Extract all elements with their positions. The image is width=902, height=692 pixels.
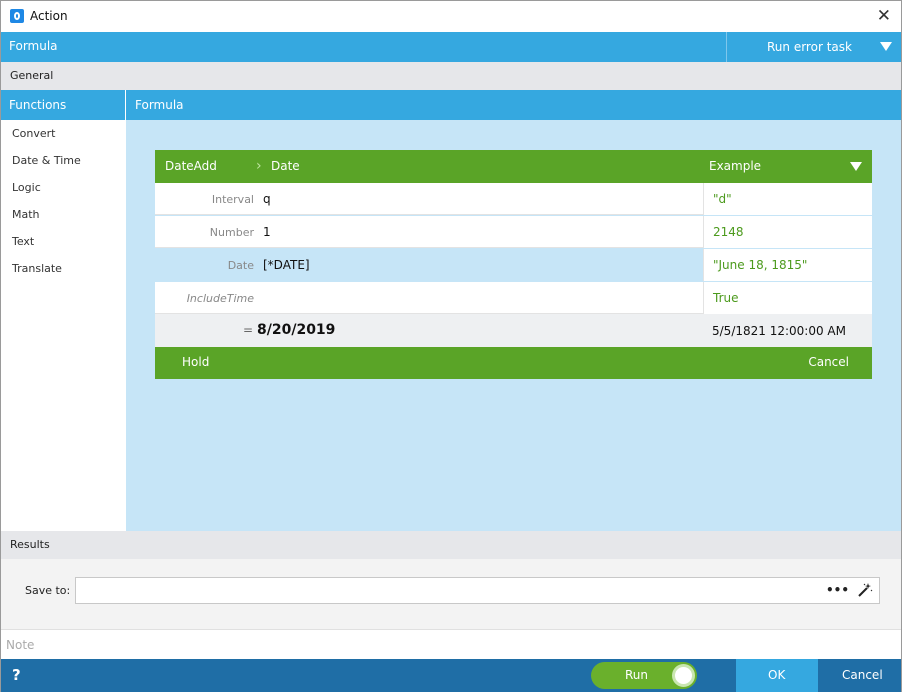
title-bar: Action ✕ [1, 1, 901, 32]
function-card: DateAdd › Date Example Interval q "d" Nu… [155, 150, 872, 379]
param-example-text: True [713, 291, 739, 305]
card-cancel-button[interactable]: Cancel [808, 355, 849, 369]
general-label: General [10, 69, 54, 82]
formula-bar-divider [726, 32, 727, 62]
window-title: Action [30, 9, 68, 23]
function-item-date-time[interactable]: Date & Time [12, 154, 81, 167]
function-item-translate[interactable]: Translate [12, 262, 62, 275]
formula-bar-label: Formula [9, 39, 58, 53]
equals-sign: = [243, 323, 254, 337]
cancel-button[interactable]: Cancel [819, 659, 901, 692]
param-example-text: 2148 [713, 225, 744, 239]
chevron-right-icon: › [256, 158, 262, 174]
hold-button[interactable]: Hold [182, 355, 209, 369]
save-to-area: Save to: ••• [1, 559, 901, 629]
function-item-math[interactable]: Math [12, 208, 40, 221]
param-row-interval: Interval q "d" [155, 183, 872, 215]
formula-panel-header-label: Formula [135, 98, 184, 112]
param-example: "d" [703, 183, 872, 215]
param-row-number: Number 1 2148 [155, 216, 872, 248]
param-value-input[interactable]: [*DATE] [263, 258, 701, 272]
param-row-includetime: IncludeTime True [155, 282, 872, 314]
cancel-label: Cancel [842, 668, 883, 682]
toggle-knob [672, 664, 695, 687]
functions-list: Convert Date & Time Logic Math Text Tran… [1, 120, 125, 531]
save-to-label: Save to: [25, 584, 71, 597]
magic-wand-icon[interactable] [857, 582, 873, 598]
param-value-input[interactable]: q [263, 192, 701, 206]
param-label: IncludeTime [186, 292, 254, 305]
formula-bar: Formula Run error task [1, 32, 901, 62]
results-section-header[interactable]: Results [1, 531, 901, 559]
param-example-text: "June 18, 1815" [713, 258, 808, 272]
result-example: 5/5/1821 12:00:00 AM [712, 324, 846, 338]
app-logo-icon [10, 9, 24, 23]
functions-header-label: Functions [9, 98, 67, 112]
param-example-text: "d" [713, 192, 732, 206]
function-card-footer: Hold Cancel [155, 347, 872, 379]
functions-header: Functions [1, 90, 125, 120]
param-value-input[interactable]: 1 [263, 225, 701, 239]
param-row-date: Date [*DATE] "June 18, 1815" [155, 249, 872, 281]
action-window: Action ✕ Formula Run error task General … [0, 0, 902, 692]
function-card-header: DateAdd › Date Example [155, 150, 872, 183]
function-item-logic[interactable]: Logic [12, 181, 41, 194]
param-label: Interval [211, 193, 254, 206]
browse-button[interactable]: ••• [826, 583, 849, 597]
param-example: True [703, 282, 872, 314]
note-field[interactable]: Note [1, 629, 901, 659]
close-icon[interactable]: ✕ [877, 6, 891, 26]
result-value: 8/20/2019 [257, 322, 336, 338]
run-label: Run [625, 668, 649, 682]
help-button[interactable]: ? [12, 666, 21, 684]
note-placeholder: Note [6, 638, 35, 652]
param-example: 2148 [703, 216, 872, 248]
function-item-text[interactable]: Text [12, 235, 34, 248]
ok-label: OK [768, 668, 786, 682]
bottom-bar: ? Run OK Cancel [1, 659, 901, 692]
general-section-header[interactable]: General [1, 62, 901, 90]
ok-button[interactable]: OK [736, 659, 818, 692]
param-label: Date [227, 259, 254, 272]
param-label: Number [209, 226, 254, 239]
function-breadcrumb[interactable]: Date [271, 159, 300, 173]
formula-panel-header: Formula [126, 90, 901, 120]
run-toggle[interactable]: Run [591, 662, 697, 689]
results-label: Results [10, 538, 50, 551]
param-example: "June 18, 1815" [703, 249, 872, 281]
run-error-task-dropdown[interactable]: Run error task [767, 40, 852, 54]
example-header: Example [709, 159, 762, 173]
chevron-down-icon[interactable] [880, 42, 892, 51]
formula-canvas: DateAdd › Date Example Interval q "d" Nu… [126, 120, 901, 531]
chevron-down-icon[interactable] [850, 162, 862, 171]
result-row: = 8/20/2019 5/5/1821 12:00:00 AM [155, 314, 872, 347]
save-to-field[interactable]: ••• [75, 577, 880, 604]
function-name[interactable]: DateAdd [165, 159, 217, 173]
function-item-convert[interactable]: Convert [12, 127, 56, 140]
